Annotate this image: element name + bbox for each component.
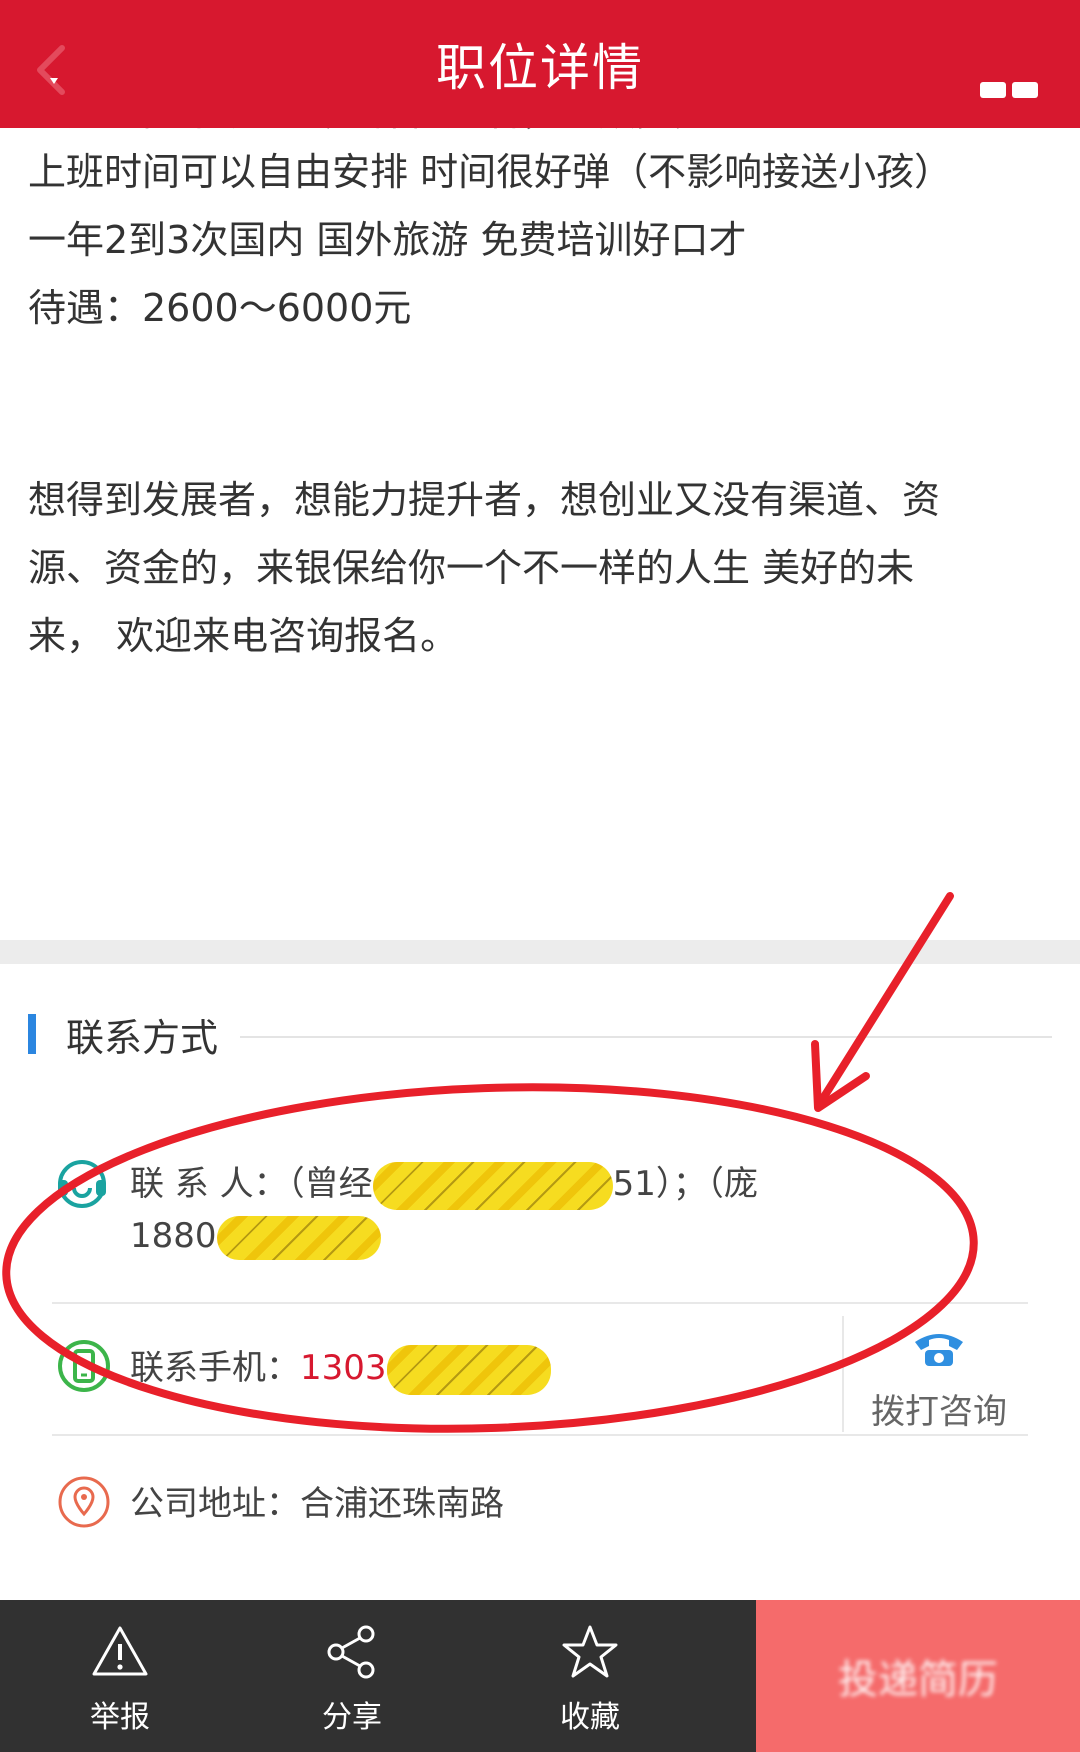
address-label: 公司地址：: [130, 1484, 300, 1524]
menu-icon-part: [1012, 82, 1038, 98]
contact-section-title: 联系方式: [66, 1015, 219, 1060]
address-line: 公司地址：合浦还珠南路: [130, 1478, 504, 1530]
job-description-body: 想得到发展者，想能力提升者，想创业又没有渠道、资 源、资金的，来银保给你一个不一…: [28, 466, 1058, 670]
phone-line[interactable]: 联系手机：1303: [130, 1342, 551, 1395]
privacy-mosaic: [372, 1161, 613, 1210]
top-nav-bar: 职位详情: [0, 0, 1080, 128]
description-line: 上班时间可以自由安排 时间很好弹（不影响接送小孩）: [28, 150, 953, 194]
favorite-label: 收藏: [560, 1700, 620, 1735]
report-label: 举报: [90, 1700, 150, 1735]
mobile-phone-icon: [58, 1340, 110, 1392]
vertical-divider: [842, 1316, 844, 1432]
page-title: 职位详情: [436, 39, 644, 97]
description-line: 来， 欢迎来电咨询报名。: [28, 614, 459, 658]
job-description-top: 学历：高中以上（条件优越者，可放宽） 上班时间可以自由安排 时间很好弹（不影响接…: [28, 104, 1058, 342]
star-icon: [562, 1625, 618, 1678]
favorite-button[interactable]: 收藏: [470, 1600, 710, 1752]
call-button[interactable]: 拨打咨询: [846, 1318, 1032, 1432]
row-divider: [52, 1302, 1028, 1304]
report-button[interactable]: 举报: [0, 1600, 240, 1752]
contact-person-line2: 1880: [130, 1210, 381, 1262]
contact-section-header: 联系方式: [28, 1012, 218, 1060]
description-line: 待遇：2600～6000元: [28, 286, 412, 330]
description-line: 想得到发展者，想能力提升者，想创业又没有渠道、资: [28, 478, 941, 522]
call-label: 拨打咨询: [871, 1392, 1007, 1432]
phone-label: 联系手机：: [130, 1348, 300, 1388]
title-rule: [240, 1036, 1052, 1038]
menu-button[interactable]: [980, 60, 1040, 98]
annotation-arrowhead: [811, 1040, 870, 1112]
share-label: 分享: [322, 1700, 382, 1735]
contact-person-label: 联 系 人：: [130, 1164, 288, 1204]
share-button[interactable]: 分享: [232, 1600, 472, 1752]
description-line: 源、资金的，来银保给你一个不一样的人生 美好的未: [28, 546, 915, 590]
section-divider: [0, 940, 1080, 964]
annotation-arrow: [818, 892, 954, 1104]
contact-person-number: 1880: [130, 1216, 217, 1256]
menu-icon: [980, 82, 1006, 98]
privacy-mosaic: [386, 1344, 551, 1395]
accent-bar: [28, 1014, 36, 1054]
bottom-action-bar: 举报 分享 收藏 投递简历: [0, 1600, 1080, 1752]
submit-resume-label: 投递简历: [838, 1657, 998, 1703]
contact-person-line1: 联 系 人：（曾经 51）；（庞: [130, 1158, 758, 1210]
contact-person-part2: 51）；（庞: [612, 1164, 758, 1204]
contact-person-part1: （曾经: [287, 1164, 373, 1204]
row-divider: [52, 1434, 1028, 1436]
phone-number[interactable]: 1303: [300, 1348, 387, 1388]
share-icon: [327, 1625, 375, 1679]
privacy-mosaic: [216, 1215, 381, 1260]
description-line: 一年2到3次国内 国外旅游 免费培训好口才: [28, 218, 747, 262]
telephone-icon: [915, 1334, 963, 1366]
headset-icon: [58, 1160, 106, 1208]
submit-resume-button[interactable]: 投递简历: [756, 1600, 1080, 1752]
address-value: 合浦还珠南路: [300, 1484, 504, 1524]
warning-icon: [92, 1626, 148, 1676]
location-pin-icon: [58, 1476, 110, 1528]
